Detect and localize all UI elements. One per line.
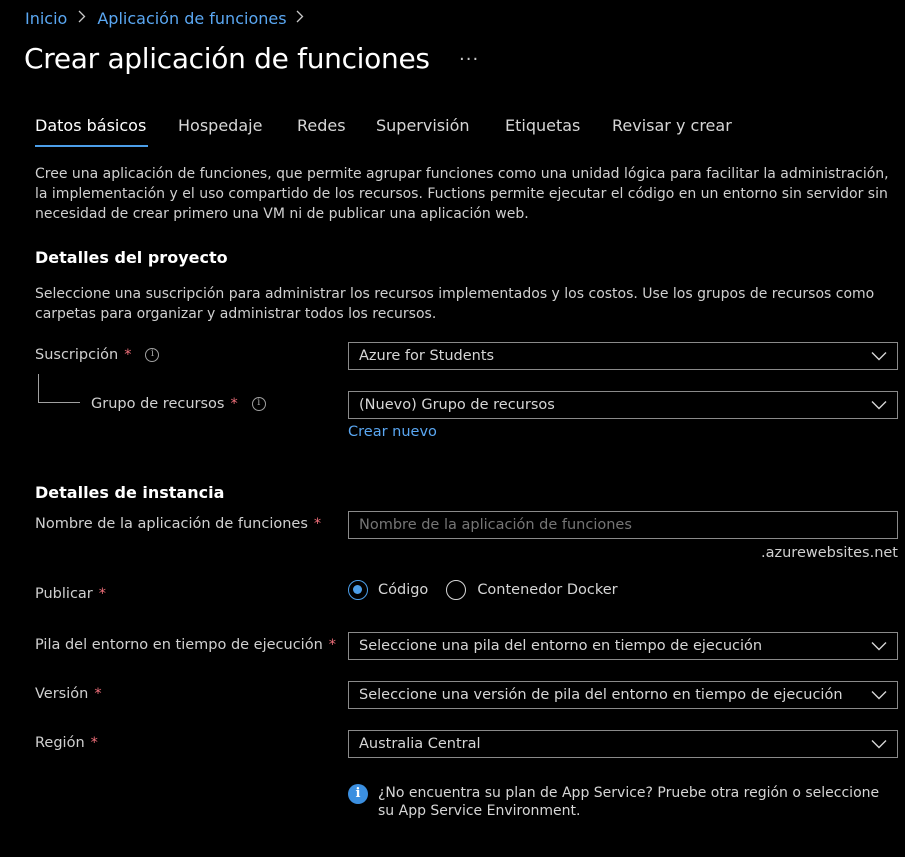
resource-group-value: (Nuevo) Grupo de recursos [359,397,555,413]
page-title: Crear aplicación de funciones [24,42,430,75]
project-details-description: Seleccione una suscripción para administ… [35,286,875,322]
publish-docker-label[interactable]: Contenedor Docker [477,582,617,598]
required-marker: * [230,396,238,412]
chevron-right-icon [78,10,86,27]
runtime-label-text: Pila del entorno en tiempo de ejecución [35,637,323,653]
tab-redes[interactable]: Redes [297,116,346,135]
chevron-right-icon [296,10,304,27]
subscription-label-text: Suscripción [35,347,119,363]
chevron-down-icon [871,740,887,749]
info-icon[interactable] [145,348,160,362]
publish-radio-group: Código Contenedor Docker [348,580,618,600]
active-tab-indicator [35,145,148,147]
project-details-heading: Detalles del proyecto [35,248,228,267]
intro-description: Cree una aplicación de funciones, que pe… [35,166,889,222]
required-marker: * [328,637,337,653]
app-name-input[interactable] [348,511,898,539]
chevron-down-icon [871,642,887,651]
version-label-text: Versión [35,686,89,702]
instance-details-heading: Detalles de instancia [35,483,225,502]
domain-suffix: .azurewebsites.net [761,545,898,561]
info-filled-icon: i [348,784,368,804]
runtime-placeholder: Seleccione una pila del entorno en tiemp… [359,638,763,654]
app-name-label-text: Nombre de la aplicación de funciones [35,516,308,532]
required-marker: * [98,586,107,602]
chevron-down-icon [871,401,887,410]
breadcrumb-function-app-link[interactable]: Aplicación de funciones [97,9,286,28]
region-dropdown[interactable]: Australia Central [348,730,898,758]
resource-group-label-text: Grupo de recursos [91,396,225,412]
required-marker: * [124,347,132,363]
tab-datos-basicos[interactable]: Datos básicos [35,116,146,135]
tab-hospedaje[interactable]: Hospedaje [178,116,262,135]
resource-group-dropdown[interactable]: (Nuevo) Grupo de recursos [348,391,898,419]
required-marker: * [90,735,98,751]
required-marker: * [313,516,322,532]
tree-connector-vertical [38,374,39,402]
chevron-down-icon [871,691,887,700]
required-marker: * [94,686,102,702]
subscription-value: Azure for Students [359,348,495,364]
more-options-button[interactable]: ··· [459,49,479,70]
subscription-dropdown[interactable]: Azure for Students [348,342,898,370]
publish-docker-radio[interactable] [446,580,467,600]
publish-label-text: Publicar [35,586,93,602]
runtime-label: Pila del entorno en tiempo de ejecución … [35,637,336,653]
version-placeholder: Seleccione una versión de pila del entor… [359,687,843,703]
version-label: Versión * [35,686,102,702]
subscription-label: Suscripción * [35,347,160,363]
tab-revisar-y-crear[interactable]: Revisar y crear [612,116,732,135]
publish-label: Publicar * [35,586,106,602]
tree-connector-horizontal [38,402,80,403]
runtime-dropdown[interactable]: Seleccione una pila del entorno en tiemp… [348,632,898,660]
breadcrumb: Inicio Aplicación de funciones [25,9,304,28]
breadcrumb-home-link[interactable]: Inicio [25,9,67,28]
app-name-label: Nombre de la aplicación de funciones * [35,516,321,532]
publish-code-label[interactable]: Código [378,582,428,598]
publish-code-radio[interactable] [348,580,368,600]
tab-supervision[interactable]: Supervisión [376,116,470,135]
region-notice: ¿No encuentra su plan de App Service? Pr… [378,785,880,819]
region-label-text: Región [35,735,85,751]
info-icon[interactable] [251,397,266,411]
chevron-down-icon [871,352,887,361]
region-value: Australia Central [359,736,481,752]
region-label: Región * [35,735,98,751]
resource-group-label: Grupo de recursos * [91,396,266,412]
tab-etiquetas[interactable]: Etiquetas [505,116,580,135]
version-dropdown[interactable]: Seleccione una versión de pila del entor… [348,681,898,709]
create-new-resource-group-link[interactable]: Crear nuevo [348,424,437,440]
